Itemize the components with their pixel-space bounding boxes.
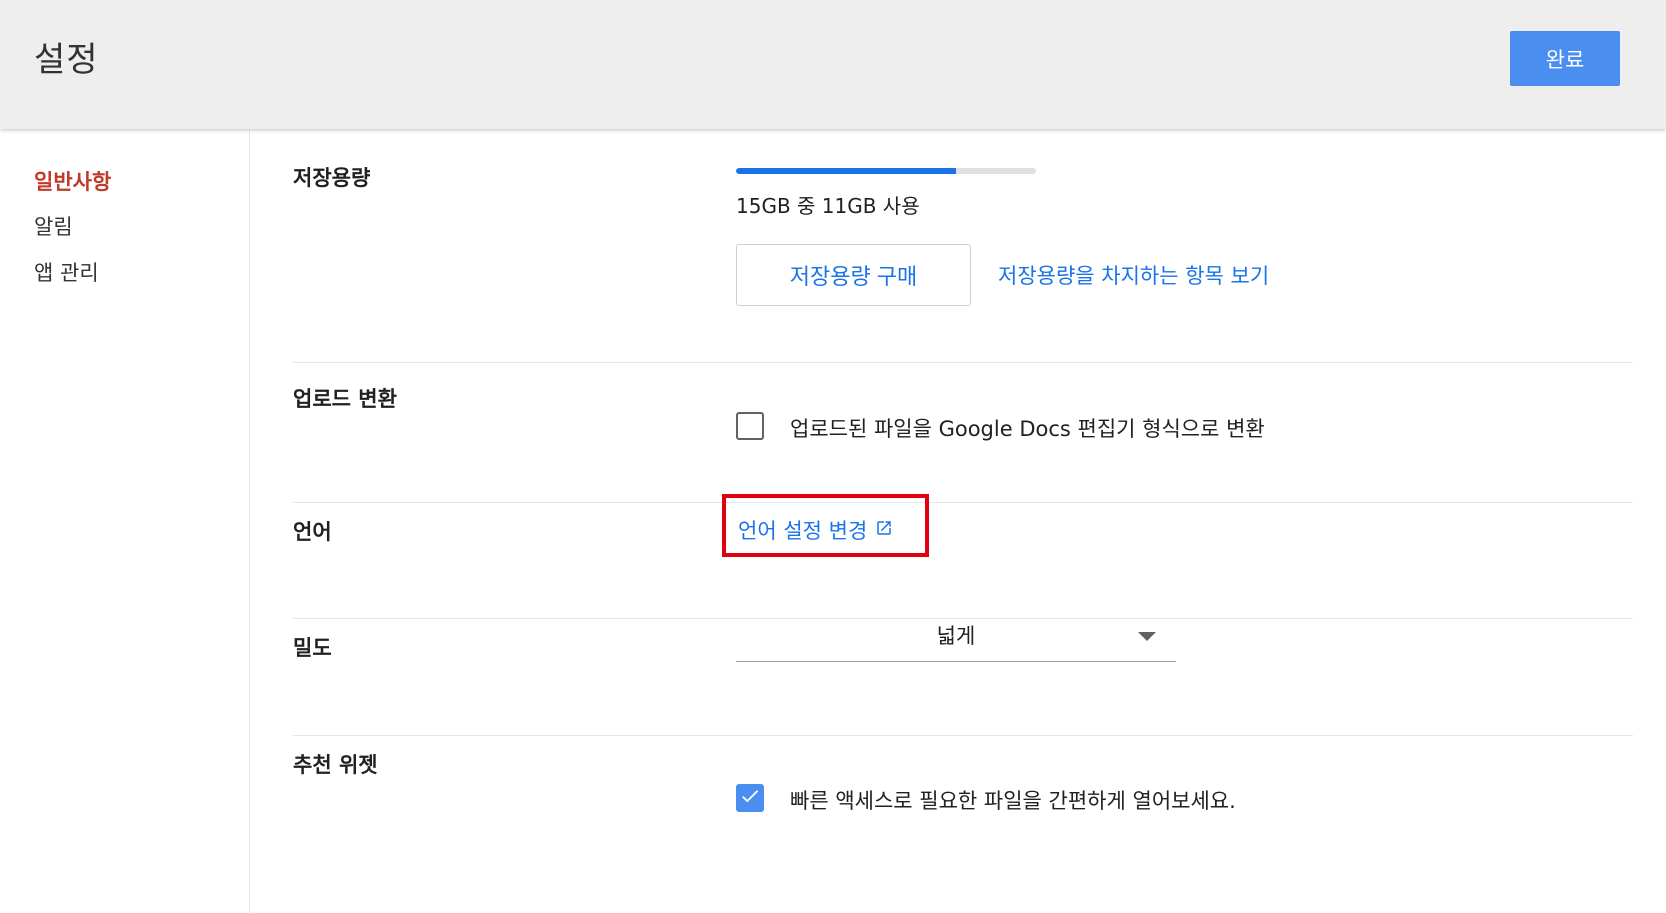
change-language-link[interactable]: 언어 설정 변경 <box>738 515 893 545</box>
settings-content: 저장용량 15GB 중 11GB 사용 저장용량 구매 저장용량을 차지하는 항… <box>250 129 1666 913</box>
checkmark-icon <box>739 785 761 811</box>
density-label: 밀도 <box>293 636 332 660</box>
sidebar-item-manage-apps[interactable]: 앱 관리 <box>34 257 99 287</box>
sidebar-item-notifications[interactable]: 알림 <box>34 211 73 241</box>
done-button[interactable]: 완료 <box>1510 31 1620 86</box>
header-bar: 설정 완료 <box>0 0 1666 129</box>
external-link-icon <box>875 518 893 542</box>
upload-convert-label: 업로드 변환 <box>293 387 397 411</box>
page-title: 설정 <box>34 40 99 80</box>
divider <box>293 362 1633 363</box>
view-storage-items-link[interactable]: 저장용량을 차지하는 항목 보기 <box>998 260 1269 290</box>
storage-progress-bar <box>736 168 1036 174</box>
divider <box>293 502 1633 503</box>
storage-usage-text: 15GB 중 11GB 사용 <box>736 194 920 218</box>
sidebar-item-general[interactable]: 일반사항 <box>34 166 111 196</box>
suggestions-widget-label: 추천 위젯 <box>293 753 378 777</box>
buy-storage-button[interactable]: 저장용량 구매 <box>736 244 971 306</box>
change-language-link-label: 언어 설정 변경 <box>738 519 868 543</box>
sidebar: 일반사항 알림 앱 관리 <box>0 129 250 913</box>
storage-progress-fill <box>736 168 956 174</box>
dropdown-arrow-icon <box>1138 632 1156 641</box>
suggestions-widget-checkbox[interactable] <box>736 784 764 812</box>
language-label: 언어 <box>293 520 332 544</box>
divider <box>293 735 1633 736</box>
density-selected-value: 넓게 <box>936 624 976 648</box>
storage-label: 저장용량 <box>293 166 371 190</box>
upload-convert-checkbox[interactable] <box>736 412 764 440</box>
upload-convert-checkbox-label: 업로드된 파일을 Google Docs 편집기 형식으로 변환 <box>790 417 1265 441</box>
suggestions-widget-checkbox-label: 빠른 액세스로 필요한 파일을 간편하게 열어보세요. <box>790 789 1236 813</box>
density-dropdown[interactable]: 넓게 <box>736 616 1176 662</box>
